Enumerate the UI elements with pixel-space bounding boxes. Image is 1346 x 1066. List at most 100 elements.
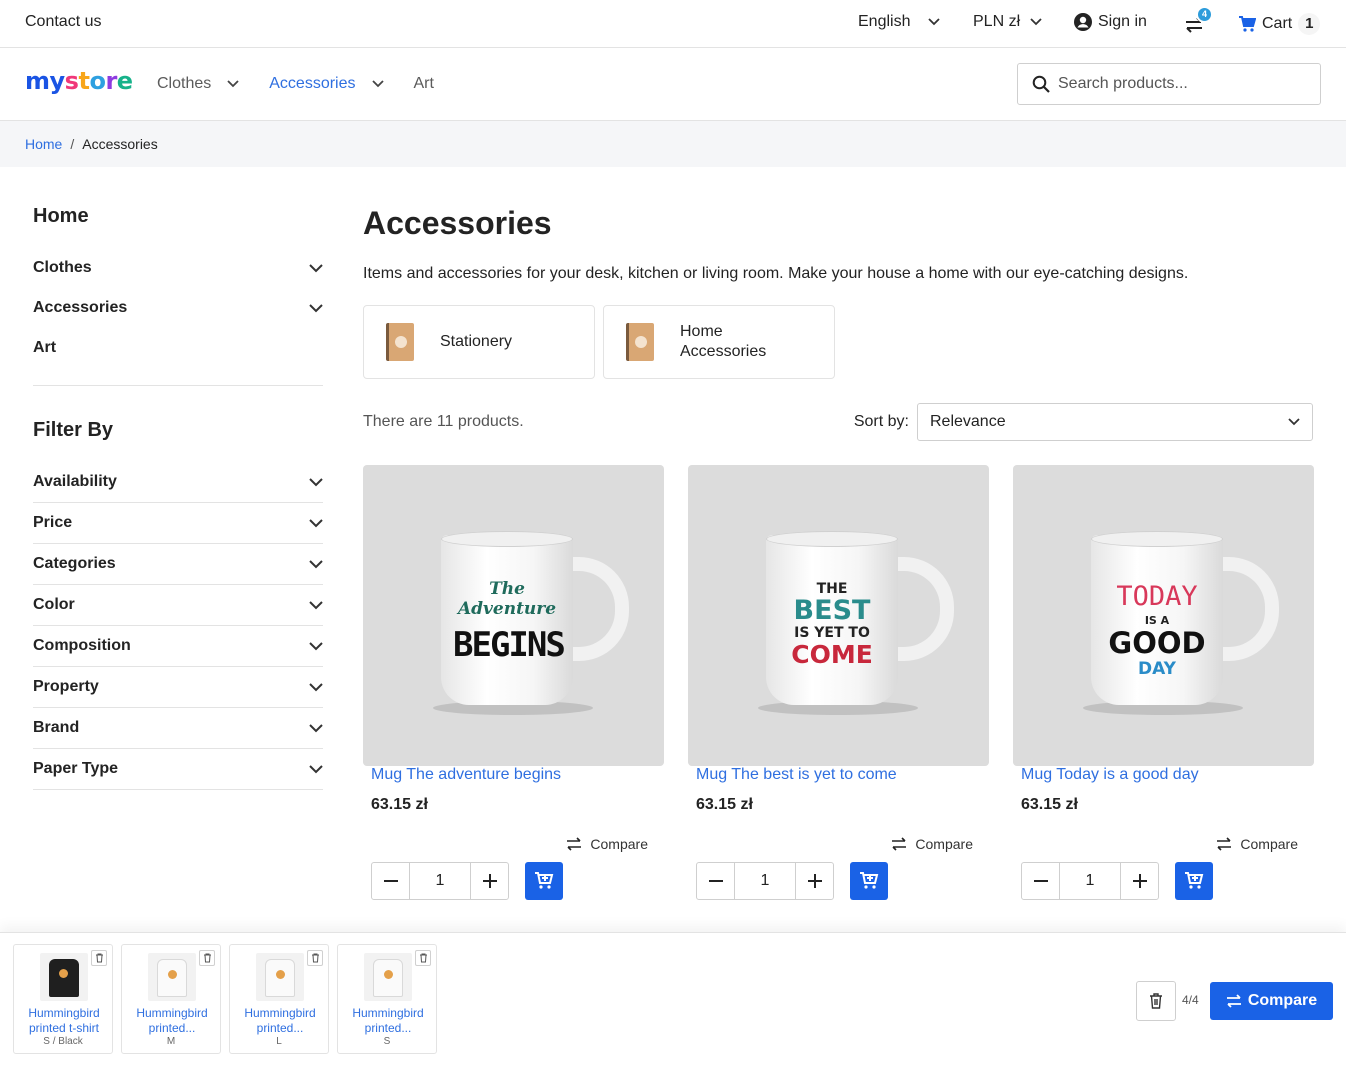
- sidebar-home-link[interactable]: Home: [33, 205, 323, 231]
- sidebar-category-label: Art: [33, 339, 57, 356]
- store-logo[interactable]: mystore: [25, 67, 133, 95]
- contact-us-link[interactable]: Contact us: [25, 13, 101, 31]
- nav-item-accessories[interactable]: Accessories: [269, 75, 384, 93]
- page-title: Accessories: [363, 205, 552, 241]
- chevron-down-icon[interactable]: [371, 80, 384, 88]
- subcategory-stationery[interactable]: Stationery: [363, 305, 595, 379]
- decrement-button[interactable]: [372, 863, 409, 899]
- sidebar-category-art[interactable]: Art: [33, 328, 323, 368]
- compare-toggle[interactable]: Compare: [363, 834, 664, 854]
- compare-header-button[interactable]: 4: [1183, 6, 1213, 38]
- filter-label: Price: [33, 514, 73, 531]
- add-to-cart-row: 1: [688, 862, 989, 900]
- language-selector[interactable]: English: [858, 13, 941, 31]
- chevron-down-icon: [928, 18, 941, 26]
- compare-item[interactable]: Hummingbird printed... S: [337, 944, 437, 1054]
- product-card: TODAY IS A GOOD DAY Mug Today is a good …: [1013, 465, 1314, 900]
- subcategory-list: Stationery Home Accessories: [363, 305, 1313, 379]
- trash-icon[interactable]: [199, 950, 215, 966]
- currency-selector[interactable]: PLN zł: [973, 13, 1042, 31]
- compare-label: Compare: [915, 836, 973, 852]
- compare-item-variant: M: [166, 1036, 176, 1047]
- trash-icon[interactable]: [415, 950, 431, 966]
- quantity-input[interactable]: 1: [409, 863, 471, 899]
- category-description: Items and accessories for your desk, kit…: [363, 265, 1189, 282]
- nav-item-clothes[interactable]: Clothes: [157, 75, 239, 93]
- add-to-cart-button[interactable]: [525, 862, 563, 900]
- product-name-link[interactable]: Mug Today is a good day: [1013, 766, 1199, 783]
- product-grid: The Adventure BEGINS Mug The adventure b…: [363, 465, 1314, 900]
- mug-print: TODAY IS A GOOD DAY: [1108, 581, 1206, 679]
- compare-toggle[interactable]: Compare: [688, 834, 989, 854]
- compare-item[interactable]: Hummingbird printed t-shirt S / Black: [13, 944, 113, 1054]
- compare-item-name[interactable]: Hummingbird printed...: [126, 1006, 218, 1036]
- compare-item-name[interactable]: Hummingbird printed t-shirt: [18, 1006, 110, 1036]
- product-image[interactable]: TODAY IS A GOOD DAY: [1013, 465, 1314, 766]
- mug-rim: [441, 531, 573, 547]
- cart-link[interactable]: Cart 1: [1238, 13, 1321, 35]
- trash-icon[interactable]: [91, 950, 107, 966]
- mug-print: The Adventure BEGINS: [453, 579, 566, 665]
- add-to-cart-button[interactable]: [850, 862, 888, 900]
- filter-brand[interactable]: Brand: [33, 708, 323, 749]
- search-box: [1017, 63, 1321, 105]
- compare-item-name[interactable]: Hummingbird printed...: [234, 1006, 326, 1036]
- filter-color[interactable]: Color: [33, 585, 323, 626]
- compare-item[interactable]: Hummingbird printed... L: [229, 944, 329, 1054]
- filter-categories[interactable]: Categories: [33, 544, 323, 585]
- product-card: THE BEST IS YET TO COME Mug The best is …: [688, 465, 989, 900]
- compare-count-badge: 4: [1196, 6, 1213, 23]
- decrement-button[interactable]: [1022, 863, 1059, 899]
- filter-property[interactable]: Property: [33, 667, 323, 708]
- chevron-down-icon[interactable]: [227, 80, 239, 88]
- top-bar: Contact us English PLN zł Sign in 4 Cart…: [0, 0, 1346, 48]
- chevron-down-icon[interactable]: [309, 303, 323, 313]
- subcategory-home-accessories[interactable]: Home Accessories: [603, 305, 835, 379]
- compare-arrows-icon: [1226, 993, 1248, 1009]
- sidebar-category-accessories[interactable]: Accessories: [33, 288, 323, 328]
- compare-button[interactable]: Compare: [1210, 982, 1333, 1020]
- compare-button-label: Compare: [1247, 992, 1318, 1009]
- filter-availability[interactable]: Availability: [33, 462, 323, 503]
- search-input[interactable]: [1058, 75, 1308, 93]
- search-icon[interactable]: [1032, 75, 1050, 93]
- compare-arrows-icon: [891, 836, 915, 852]
- product-name-link[interactable]: Mug The best is yet to come: [688, 766, 897, 783]
- subcategory-label: Home Accessories: [680, 323, 767, 360]
- trash-icon[interactable]: [307, 950, 323, 966]
- compare-item[interactable]: Hummingbird printed... M: [121, 944, 221, 1054]
- sidebar-category-clothes[interactable]: Clothes: [33, 248, 323, 288]
- chevron-down-icon: [309, 764, 323, 774]
- breadcrumb: Home / Accessories: [0, 121, 1346, 167]
- clear-compare-button[interactable]: [1136, 981, 1176, 1021]
- filter-label: Paper Type: [33, 760, 119, 777]
- main-content: Accessories Items and accessories for yo…: [363, 205, 1314, 900]
- increment-button[interactable]: [796, 863, 833, 899]
- quantity-input[interactable]: 1: [734, 863, 796, 899]
- chevron-down-icon[interactable]: [309, 263, 323, 273]
- filter-paper-type[interactable]: Paper Type: [33, 749, 323, 790]
- compare-count: 4/4: [1182, 993, 1199, 1007]
- increment-button[interactable]: [471, 863, 508, 899]
- cart-label: Cart: [1262, 15, 1293, 32]
- sort-select[interactable]: Relevance: [917, 403, 1313, 441]
- product-image[interactable]: THE BEST IS YET TO COME: [688, 465, 989, 766]
- compare-toggle[interactable]: Compare: [1013, 834, 1314, 854]
- sign-in-link[interactable]: Sign in: [1074, 13, 1147, 31]
- filter-price[interactable]: Price: [33, 503, 323, 544]
- nav-item-art[interactable]: Art: [414, 75, 434, 93]
- compare-item-name[interactable]: Hummingbird printed...: [342, 1006, 434, 1036]
- main-navigation: Clothes Accessories Art: [157, 75, 464, 93]
- breadcrumb-home-link[interactable]: Home: [25, 136, 62, 152]
- breadcrumb-current: Accessories: [82, 136, 158, 152]
- product-image[interactable]: The Adventure BEGINS: [363, 465, 664, 766]
- add-to-cart-button[interactable]: [1175, 862, 1213, 900]
- filter-label: Property: [33, 678, 99, 695]
- filter-composition[interactable]: Composition: [33, 626, 323, 667]
- quantity-input[interactable]: 1: [1059, 863, 1121, 899]
- mug-rim: [766, 531, 898, 547]
- product-name-link[interactable]: Mug The adventure begins: [363, 766, 561, 783]
- increment-button[interactable]: [1121, 863, 1158, 899]
- decrement-button[interactable]: [697, 863, 734, 899]
- chevron-down-icon: [309, 477, 323, 487]
